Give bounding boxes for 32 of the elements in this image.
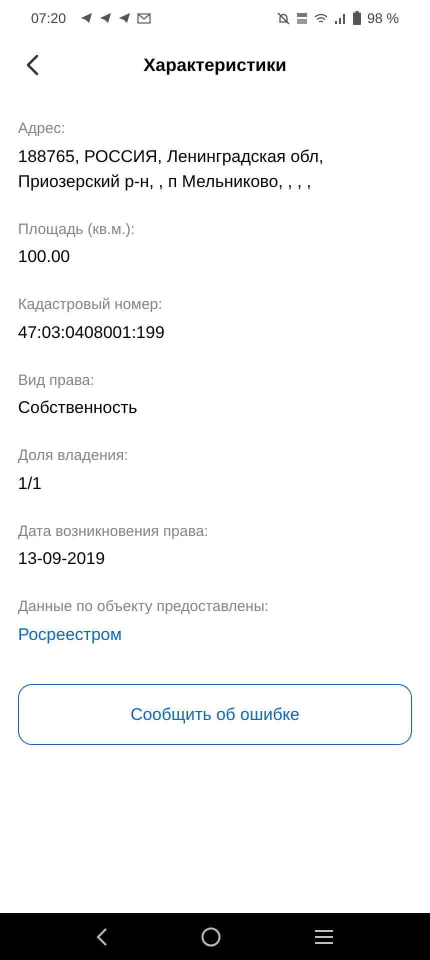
field-value: 47:03:0408001:199	[18, 322, 166, 344]
status-time: 07:20	[31, 8, 66, 28]
field-label: Вид права:	[18, 370, 96, 390]
back-icon	[25, 54, 39, 76]
nav-menu-button[interactable]	[314, 928, 334, 944]
field-label: Доля владения:	[18, 446, 130, 466]
battery-percent: 98 %	[367, 8, 399, 28]
field-value: 188765, РОССИЯ, Ленинградская обл, Приозерский р-н, , п Мельниково, , , ,	[18, 146, 325, 192]
field-value: 13-09-2019	[18, 548, 106, 570]
field-value: 100.00	[18, 246, 71, 268]
nav-back-button[interactable]	[96, 928, 108, 946]
report-error-button[interactable]: Сообщить об ошибке	[18, 684, 412, 745]
field-label: Кадастровый номер:	[18, 295, 164, 315]
signal-icon	[334, 12, 348, 24]
source-link[interactable]: Росреестром	[18, 622, 122, 647]
paper-plane-icon	[118, 12, 132, 24]
wifi-icon	[314, 12, 328, 24]
field-value: Собственность	[18, 397, 138, 419]
mail-icon	[137, 12, 152, 24]
page-title: Характеристики	[144, 54, 286, 77]
paper-plane-icon	[80, 12, 94, 24]
field-label: Площадь (кв.м.):	[18, 220, 136, 240]
field-value: 1/1	[18, 472, 43, 494]
field-label: Дата возникновения права:	[18, 522, 210, 542]
nav-home-button[interactable]	[200, 926, 221, 946]
menu-icon	[314, 928, 334, 944]
paper-plane-icon	[99, 12, 112, 24]
field-label: Адрес:	[18, 119, 66, 139]
back-icon	[96, 928, 108, 946]
field-label: Данные по объекту предоставлены:	[18, 597, 270, 617]
home-icon	[200, 926, 221, 946]
battery-icon	[353, 11, 362, 25]
